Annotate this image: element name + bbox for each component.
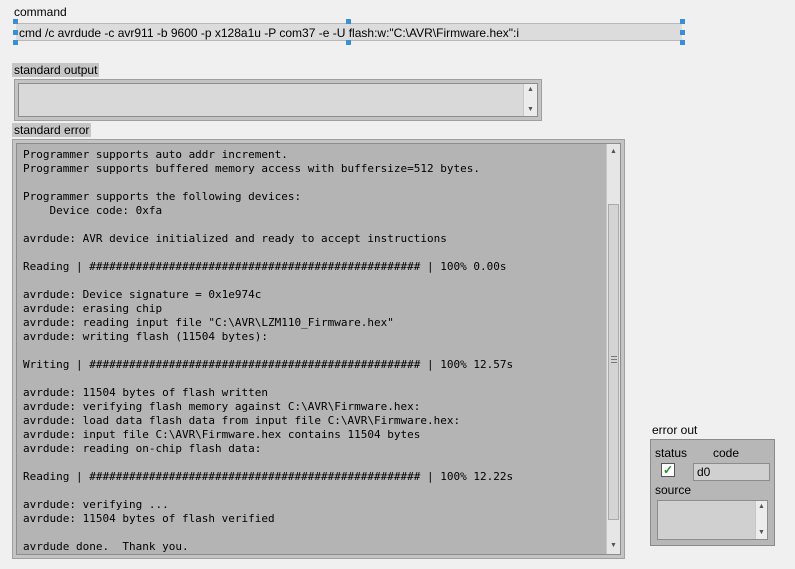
selection-handle-bottom-right[interactable] (680, 40, 685, 45)
selection-handle-middle-left[interactable] (13, 30, 18, 35)
grip-line-3 (611, 362, 617, 363)
selection-handle-top-left[interactable] (13, 19, 18, 24)
standard-output-indicator[interactable]: ▲ ▼ (18, 83, 538, 117)
standard-output-scrollbar[interactable]: ▲ ▼ (523, 84, 537, 116)
scroll-up-arrow-icon[interactable]: ▲ (524, 84, 537, 96)
scroll-up-arrow-icon[interactable]: ▲ (607, 146, 620, 158)
status-label: status (655, 446, 688, 460)
grip-line-2 (611, 359, 617, 360)
selection-handle-bottom-left[interactable] (13, 40, 18, 45)
error-source-scrollbar[interactable]: ▲ ▼ (755, 501, 767, 539)
error-out-cluster: status code ✓ d0 source ▲ ▼ (650, 439, 775, 546)
standard-output-frame: ▲ ▼ (14, 79, 542, 121)
error-code-field[interactable]: d0 (693, 463, 770, 481)
scrollbar-thumb[interactable] (608, 204, 619, 520)
standard-error-scrollbar[interactable]: ▲ ▼ (606, 144, 620, 554)
source-label: source (655, 483, 692, 497)
scroll-down-arrow-icon[interactable]: ▼ (524, 104, 537, 116)
command-input[interactable]: cmd /c avrdude -c avr911 -b 9600 -p x128… (16, 23, 682, 41)
standard-error-label: standard error (12, 123, 92, 137)
standard-error-indicator[interactable]: Programmer supports auto addr increment.… (16, 143, 621, 555)
scroll-down-arrow-icon[interactable]: ▼ (756, 527, 767, 539)
error-code-value: d0 (697, 465, 711, 479)
selection-handle-top-middle[interactable] (346, 19, 351, 24)
scroll-down-arrow-icon[interactable]: ▼ (607, 540, 620, 552)
error-out-label: error out (652, 423, 698, 437)
selection-handle-bottom-middle[interactable] (346, 40, 351, 45)
standard-output-label: standard output (12, 63, 100, 77)
standard-error-frame: Programmer supports auto addr increment.… (12, 139, 625, 559)
standard-error-text: Programmer supports auto addr increment.… (23, 148, 514, 552)
status-checkmark-icon[interactable]: ✓ (661, 463, 675, 477)
selection-handle-top-right[interactable] (680, 19, 685, 24)
selection-handle-middle-right[interactable] (680, 30, 685, 35)
command-label: command (14, 5, 67, 19)
code-label: code (713, 446, 740, 460)
grip-line-1 (611, 356, 617, 357)
error-source-field[interactable]: ▲ ▼ (657, 500, 768, 540)
scroll-up-arrow-icon[interactable]: ▲ (756, 501, 767, 513)
